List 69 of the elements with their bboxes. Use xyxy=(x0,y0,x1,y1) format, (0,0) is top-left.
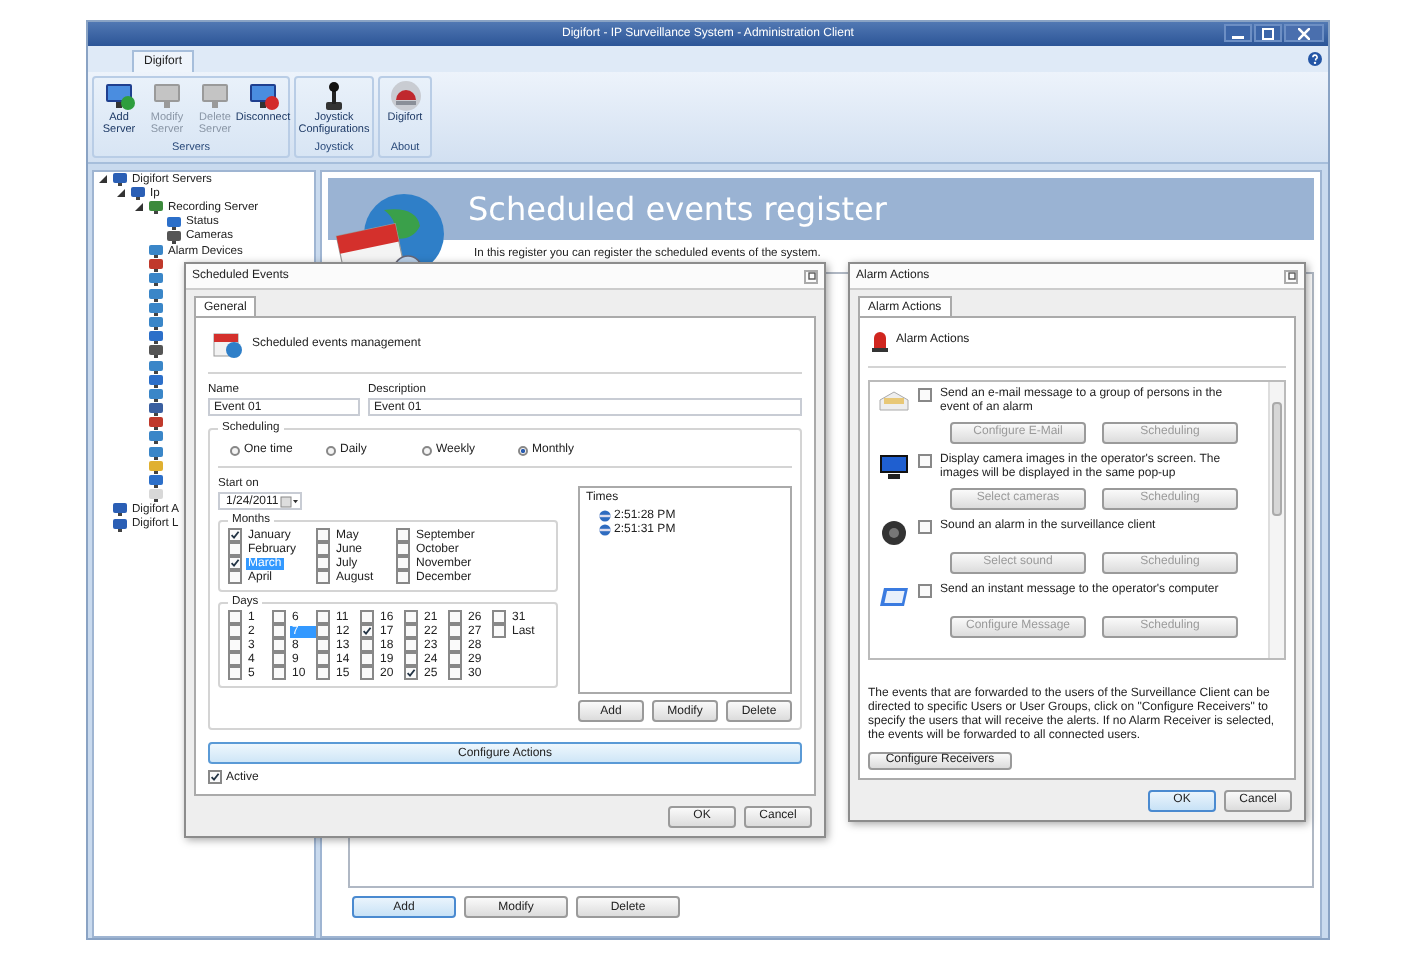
checkbox[interactable] xyxy=(228,652,242,666)
checkbox[interactable] xyxy=(404,666,418,680)
checkbox[interactable] xyxy=(272,610,286,624)
checkbox[interactable] xyxy=(396,570,410,584)
restore-button[interactable] xyxy=(1254,24,1282,42)
radio-button[interactable] xyxy=(422,445,432,455)
checkbox[interactable] xyxy=(316,666,330,680)
expander-icon[interactable] xyxy=(116,188,126,199)
checkbox[interactable] xyxy=(316,542,330,556)
checkbox[interactable] xyxy=(272,666,286,680)
expander-icon[interactable] xyxy=(134,202,144,213)
checkbox[interactable] xyxy=(228,610,242,624)
checkbox[interactable] xyxy=(360,610,374,624)
checkbox[interactable] xyxy=(316,556,330,570)
checkbox[interactable] xyxy=(492,610,506,624)
checkbox[interactable] xyxy=(228,638,242,652)
scrollbar[interactable] xyxy=(1268,381,1284,658)
checkbox[interactable] xyxy=(404,652,418,666)
radio-button[interactable] xyxy=(518,445,528,455)
checkbox[interactable] xyxy=(228,528,242,542)
checkbox[interactable] xyxy=(360,666,374,680)
checkbox[interactable] xyxy=(316,624,330,638)
checkbox[interactable] xyxy=(396,542,410,556)
checkbox[interactable] xyxy=(208,770,222,784)
checkbox[interactable] xyxy=(918,519,932,534)
checkbox[interactable] xyxy=(272,638,286,652)
checkbox[interactable] xyxy=(228,542,242,556)
checkbox[interactable] xyxy=(228,556,242,570)
restore-icon xyxy=(1262,27,1274,39)
calendar-dropdown-icon xyxy=(280,495,298,507)
checkbox[interactable] xyxy=(316,638,330,652)
checkbox[interactable] xyxy=(492,624,506,638)
calendar-icon xyxy=(212,330,244,358)
checkbox[interactable] xyxy=(316,610,330,624)
checkbox[interactable] xyxy=(448,638,462,652)
checkbox[interactable] xyxy=(360,624,374,638)
radio-button[interactable] xyxy=(230,445,240,455)
checkbox[interactable] xyxy=(272,652,286,666)
checkbox[interactable] xyxy=(448,624,462,638)
checkbox[interactable] xyxy=(448,652,462,666)
expander-icon[interactable] xyxy=(98,174,108,185)
checkbox[interactable] xyxy=(404,624,418,638)
siren-icon xyxy=(872,328,888,353)
checkbox[interactable] xyxy=(228,666,242,680)
checkbox[interactable] xyxy=(448,610,462,624)
help-icon[interactable] xyxy=(1308,52,1322,66)
checkbox[interactable] xyxy=(448,666,462,680)
checkbox[interactable] xyxy=(316,652,330,666)
checkbox[interactable] xyxy=(272,624,286,638)
checkbox[interactable] xyxy=(228,570,242,584)
checkbox[interactable] xyxy=(360,652,374,666)
checkbox[interactable] xyxy=(228,624,242,638)
close-button[interactable] xyxy=(1284,24,1324,42)
checkbox[interactable] xyxy=(316,528,330,542)
page-title: Scheduled events register xyxy=(468,190,887,228)
checkbox[interactable] xyxy=(918,453,932,468)
radio-button[interactable] xyxy=(326,445,336,455)
close-button[interactable] xyxy=(1284,269,1298,283)
checkbox[interactable] xyxy=(918,583,932,598)
checkbox[interactable] xyxy=(316,570,330,584)
checkbox[interactable] xyxy=(404,638,418,652)
checkbox[interactable] xyxy=(396,556,410,570)
checkbox[interactable] xyxy=(404,610,418,624)
checkbox[interactable] xyxy=(396,528,410,542)
close-icon xyxy=(1298,27,1310,39)
close-button[interactable] xyxy=(804,269,818,283)
minimize-button[interactable] xyxy=(1224,24,1252,42)
checkbox[interactable] xyxy=(360,638,374,652)
checkbox[interactable] xyxy=(918,387,932,402)
